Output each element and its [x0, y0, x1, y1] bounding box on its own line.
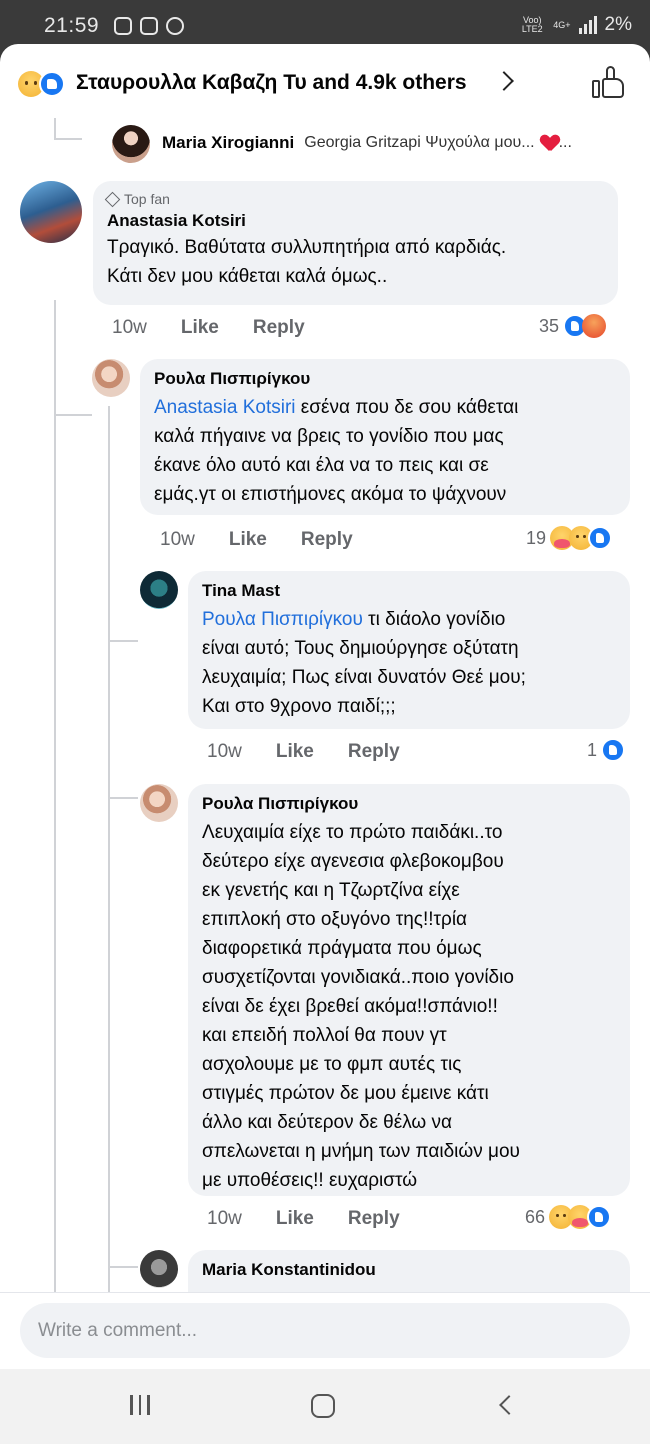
reply-button[interactable]: Reply [348, 1208, 400, 1230]
comment-actions: 10w Like Reply [112, 317, 305, 339]
comment-time: 10w [112, 317, 147, 338]
thread-line [54, 118, 56, 140]
recent-apps-icon[interactable] [130, 1395, 150, 1415]
comment-time: 10w [207, 1208, 242, 1229]
comment-time: 10w [160, 529, 195, 550]
comment-actions: 10w Like Reply [207, 741, 400, 763]
system-nav-bar [0, 1369, 650, 1444]
thread-line [54, 300, 56, 1336]
comment-text: Λευχαιμία είχε το πρώτο παιδάκι..το δεύτ… [202, 822, 520, 1191]
comment-actions: 10w Like Reply [207, 1208, 400, 1230]
mention-link[interactable]: Ρουλα Πισπιρίγκου [202, 609, 363, 630]
top-fan-icon [104, 191, 121, 207]
top-fan-badge: Top fan [104, 191, 604, 207]
comment-bubble: Ρουλα Πισπιρίγκου Anastasia Kotsiri εσέν… [140, 359, 630, 515]
like-button[interactable]: Like [276, 741, 314, 763]
thread-line [108, 640, 138, 642]
comment-author[interactable]: Tina Mast [202, 581, 616, 601]
notification-icons [114, 17, 184, 35]
status-time: 21:59 [44, 14, 100, 37]
comment-input[interactable] [20, 1303, 630, 1358]
comment-text: Τραγικό. Βαθύτατα συλλυπητήρια από καρδι… [107, 237, 507, 287]
comment-text: Anastasia Kotsiri εσένα που δε σου κάθετ… [154, 397, 519, 505]
avatar[interactable] [140, 571, 178, 609]
status-bar: 21:59 Voo) LTE2 4G+ 2% [0, 0, 650, 48]
like-emoji-icon [588, 526, 613, 550]
like-button[interactable]: Like [181, 317, 219, 339]
reply-preview-text: Georgia Gritzapi Ψυχούλα μου...... [304, 134, 572, 151]
avatar[interactable] [92, 359, 130, 397]
comment-bubble: Ρουλα Πισπιρίγκου Λευχαιμία είχε το πρώτ… [188, 784, 630, 1196]
comment-bubble: Tina Mast Ρουλα Πισπιρίγκου τι διάολο γο… [188, 571, 630, 729]
messenger-icon [166, 17, 184, 35]
comment-time: 10w [207, 741, 242, 762]
like-emoji-icon [601, 738, 626, 762]
comment-actions: 10w Like Reply [160, 529, 353, 551]
avatar[interactable] [112, 125, 150, 163]
reaction-count[interactable]: 19 [526, 526, 613, 550]
like-button[interactable]: Like [276, 1208, 314, 1230]
comments-sheet: Σταυρουλλα Καβαζη Τυ and 4.9k others Mar… [0, 44, 650, 1369]
status-right: Voo) LTE2 4G+ 2% [519, 14, 632, 36]
like-emoji-icon [39, 71, 65, 97]
reactions-header[interactable]: Σταυρουλλα Καβαζη Τυ and 4.9k others [0, 44, 650, 124]
thread-line [54, 414, 92, 416]
thread-line [108, 406, 110, 1336]
reaction-count[interactable]: 66 [525, 1205, 612, 1229]
avatar[interactable] [140, 784, 178, 822]
signal-icon [578, 16, 597, 34]
avatar[interactable] [140, 1250, 178, 1288]
thread-line [108, 797, 138, 799]
reply-button[interactable]: Reply [301, 529, 353, 551]
reply-preview-name[interactable]: Maria Xirogianni [162, 133, 294, 153]
reactions-summary[interactable]: Σταυρουλλα Καβαζη Τυ and 4.9k others [76, 71, 467, 95]
comment-author[interactable]: Ρουλα Πισπιρίγκου [154, 369, 616, 389]
back-icon[interactable] [499, 1395, 519, 1415]
header-reactions [18, 71, 65, 97]
comment-composer [0, 1292, 650, 1369]
avatar[interactable] [20, 181, 82, 243]
like-emoji-icon [587, 1205, 612, 1229]
heart-icon [541, 135, 559, 151]
thread-line [108, 1266, 138, 1268]
home-icon[interactable] [311, 1394, 335, 1418]
instagram-icon [114, 17, 132, 35]
network-label: Voo) LTE2 [521, 15, 543, 34]
news-icon [140, 17, 158, 35]
mention-link[interactable]: Anastasia Kotsiri [154, 397, 296, 418]
reply-button[interactable]: Reply [253, 317, 305, 339]
reaction-count[interactable]: 1 [587, 738, 626, 762]
comment-text: Ρουλα Πισπιρίγκου τι διάολο γονίδιο είνα… [202, 609, 526, 717]
network-tag: 4G+ [553, 19, 571, 30]
comment-author[interactable]: Anastasia Kotsiri [107, 211, 604, 231]
angry-emoji-icon [582, 314, 607, 338]
comment-author[interactable]: Maria Konstantinidou [202, 1260, 616, 1280]
comment-author[interactable]: Ρουλα Πισπιρίγκου [202, 794, 616, 814]
like-button[interactable]: Like [229, 529, 267, 551]
comment-bubble: Top fan Anastasia Kotsiri Τραγικό. Βαθύτ… [93, 181, 618, 305]
reply-button[interactable]: Reply [348, 741, 400, 763]
chevron-right-icon[interactable] [494, 71, 514, 91]
thumbs-up-icon[interactable] [592, 66, 626, 100]
reaction-count[interactable]: 35 [539, 314, 607, 338]
thread-line [54, 138, 82, 140]
battery-level: 2% [604, 14, 632, 35]
reply-preview[interactable]: Maria Xirogianni Georgia Gritzapi Ψυχούλ… [112, 123, 572, 163]
